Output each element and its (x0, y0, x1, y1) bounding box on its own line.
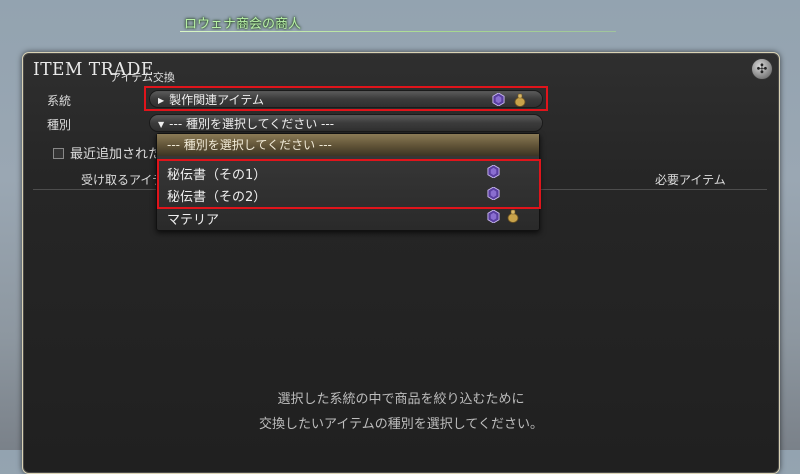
type-select[interactable]: ▼ --- 種別を選択してください --- (149, 114, 543, 132)
bag-icon (507, 209, 519, 223)
window-subtitle: アイテム交換 (110, 71, 175, 84)
gem-icon (487, 210, 500, 223)
hint-line-2: 交換したいアイテムの種別を選択してください。 (259, 417, 543, 432)
recent-checkbox[interactable] (53, 148, 64, 159)
column-required: 必要アイテム (655, 173, 726, 187)
type-value: --- 種別を選択してください --- (169, 117, 335, 131)
dropdown-option-materia[interactable]: マテリア (167, 209, 219, 228)
close-icon[interactable]: ✣ (751, 58, 773, 80)
secret-books-highlight (157, 159, 541, 209)
hint-line-1: 選択した系統の中で商品を絞り込むために (277, 392, 525, 407)
category-label: 系統 (47, 94, 72, 108)
item-trade-window: ITEM TRADE アイテム交換 ✣ 系統 ▶ 製作関連アイテム 種別 ▼ ---… (22, 52, 780, 474)
type-label: 種別 (47, 118, 72, 132)
npc-name-underline (180, 31, 616, 32)
npc-name: ロウェナ商会の商人 (184, 17, 302, 32)
dropdown-arrow-icon: ▼ (158, 120, 165, 129)
category-highlight (144, 86, 548, 111)
dropdown-option-placeholder[interactable]: --- 種別を選択してください --- (157, 134, 539, 156)
